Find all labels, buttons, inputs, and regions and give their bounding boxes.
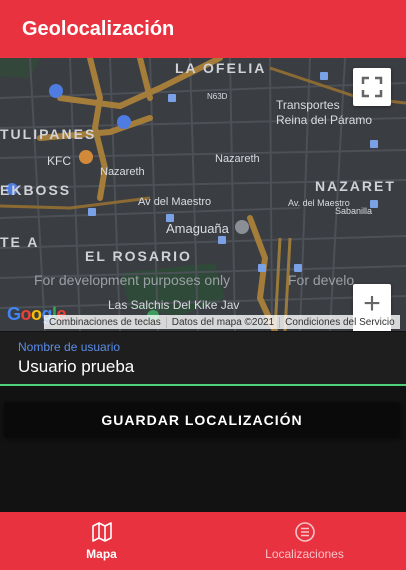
- map-label-las-salchis: Las Salchis Del Kike Jav: [108, 298, 240, 312]
- keyboard-shortcuts-link[interactable]: Combinaciones de teclas: [44, 316, 167, 328]
- save-location-button[interactable]: GUARDAR LOCALIZACIÓN: [4, 402, 400, 437]
- map-label-nazareth-street: Nazareth: [100, 166, 145, 178]
- bottom-navigation: Mapa Localizaciones: [0, 512, 406, 570]
- map-attribution: Combinaciones de teclas Datos del mapa ©…: [44, 315, 400, 329]
- nav-item-localizaciones[interactable]: Localizaciones: [203, 512, 406, 570]
- map-dev-watermark: For development purposes only: [34, 272, 231, 288]
- map-label-kekboss: EKBOSS: [0, 182, 72, 198]
- fullscreen-button[interactable]: [353, 68, 391, 106]
- map-label-transportes: Transportes: [276, 98, 340, 112]
- map-label-nazaret: NAZARET: [315, 178, 396, 194]
- username-field[interactable]: Nombre de usuario: [0, 332, 406, 386]
- nav-item-mapa[interactable]: Mapa: [0, 512, 203, 570]
- map-data-text: Datos del mapa ©2021: [167, 316, 281, 328]
- nav-label-mapa: Mapa: [86, 547, 117, 561]
- app-title: Geolocalización: [22, 17, 175, 40]
- map-label-amaguana: Amaguaña: [166, 221, 229, 236]
- map-dev-watermark-2: For develo: [288, 272, 355, 288]
- map-label-sabanilla: Sabanilla: [335, 206, 373, 216]
- map-label-kfc: KFC: [47, 154, 71, 168]
- map-icon: [91, 522, 112, 542]
- username-input[interactable]: [18, 355, 388, 379]
- list-icon: [294, 522, 315, 542]
- terms-link[interactable]: Condiciones del Servicio: [280, 317, 400, 328]
- fullscreen-icon: [361, 76, 383, 98]
- map-label-n63d: N63D: [207, 92, 228, 101]
- map-label-reina: Reina del Páramo: [276, 113, 373, 127]
- map-label-te-a: TE A: [0, 234, 40, 250]
- app-bar: Geolocalización: [0, 0, 406, 58]
- map-label-tulipanes: TULIPANES: [0, 126, 97, 142]
- nav-label-localizaciones: Localizaciones: [265, 547, 344, 561]
- map-label-el-rosario: EL ROSARIO: [85, 248, 192, 264]
- map-label-nazareth-street-2: Nazareth: [215, 153, 260, 165]
- username-label: Nombre de usuario: [18, 340, 121, 354]
- map-label-av-maestro: Av del Maestro: [138, 196, 212, 208]
- map-label-la-ofelia: LA OFELIA: [175, 60, 267, 76]
- field-underline: [0, 384, 406, 386]
- map-view[interactable]: LA OFELIA TULIPANES KFC Transportes Rein…: [0, 58, 406, 331]
